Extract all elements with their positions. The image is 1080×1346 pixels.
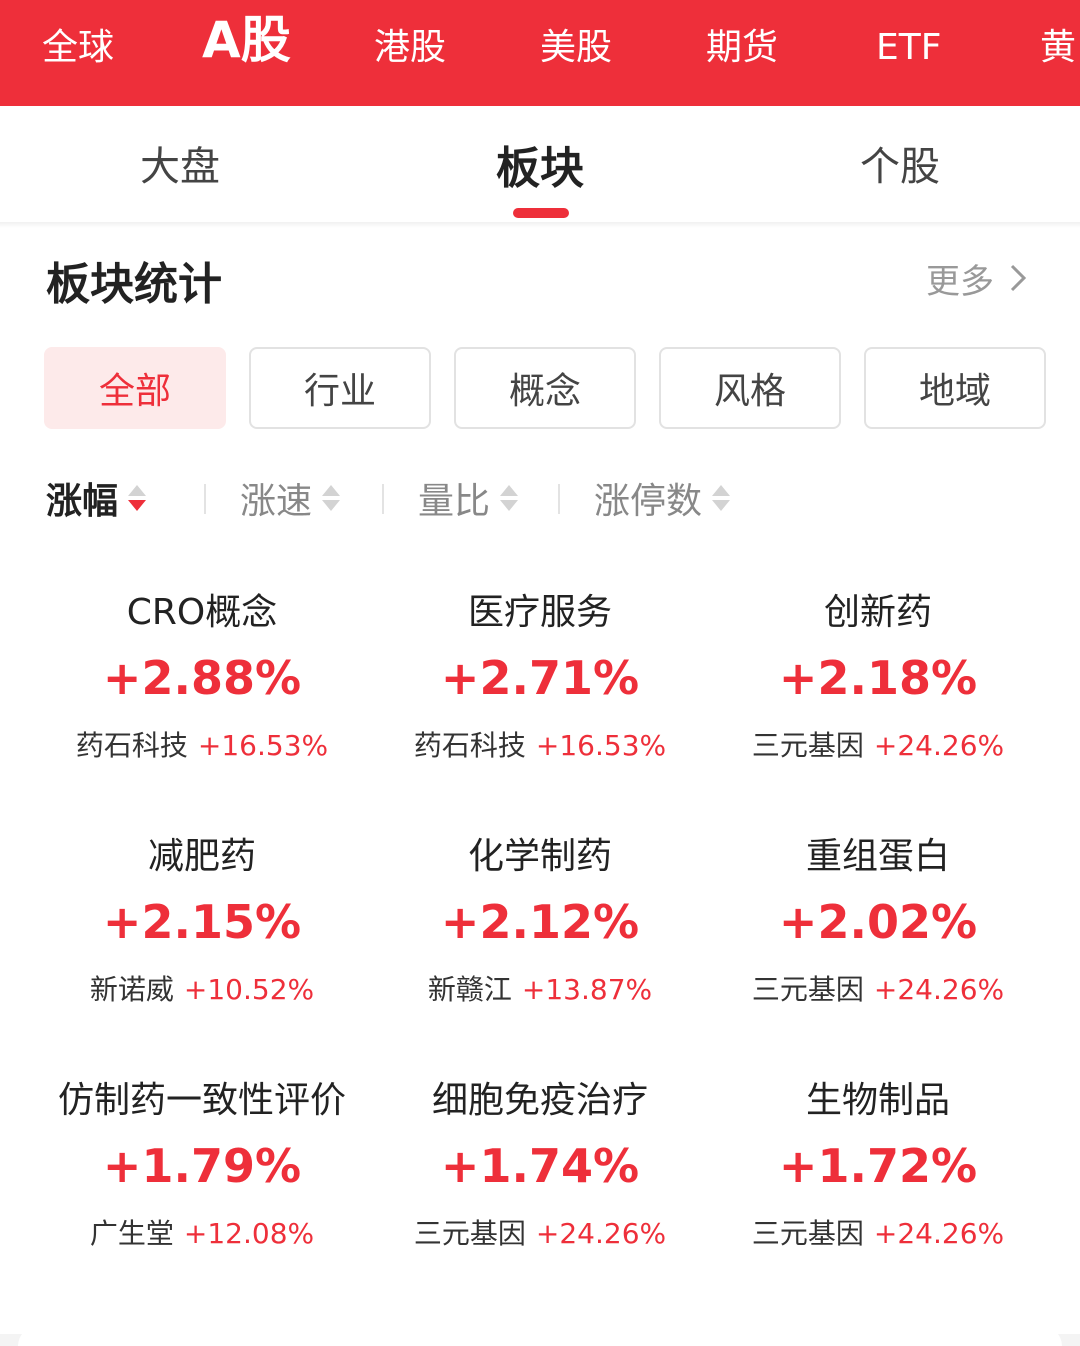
sector-leader: 药石科技 +16.53% — [371, 724, 709, 768]
leader-change: +24.26% — [873, 729, 1005, 762]
market-tab-etf[interactable]: ETF — [876, 0, 941, 106]
sector-leader: 三元基因 +24.26% — [709, 968, 1047, 1012]
sector-cell[interactable]: 医疗服务 +2.71% 药石科技 +16.53% — [371, 588, 709, 828]
leader-name: 三元基因 — [751, 729, 864, 762]
sort-arrows-icon — [322, 485, 341, 511]
sector-name: CRO概念 — [126, 592, 278, 633]
more-label: 更多 — [926, 262, 994, 302]
sort-label: 涨停数 — [594, 481, 703, 522]
market-tab-us[interactable]: 美股 — [540, 0, 612, 106]
leader-change: +24.26% — [873, 1217, 1005, 1250]
sector-cell[interactable]: 减肥药 +2.15% 新诺威 +10.52% — [33, 832, 371, 1072]
sector-cell[interactable]: 仿制药一致性评价 +1.79% 广生堂 +12.08% — [33, 1076, 371, 1316]
sector-change: +1.72% — [778, 1139, 978, 1193]
leader-change: +10.52% — [183, 973, 315, 1006]
sort-by-change[interactable]: 涨幅 — [46, 472, 147, 524]
market-tab-global[interactable]: 全球 — [42, 0, 114, 106]
sector-name: 细胞免疫治疗 — [431, 1080, 648, 1121]
section-title: 板块统计 — [46, 259, 222, 310]
filter-chip-concept[interactable]: 概念 — [454, 347, 636, 429]
sub-tab-sectors[interactable]: 板块 — [440, 132, 640, 196]
filter-chips: 全部 行业 概念 风格 地域 — [44, 347, 1054, 431]
sector-change: +1.79% — [102, 1139, 302, 1193]
sector-cell[interactable]: 创新药 +2.18% 三元基因 +24.26% — [709, 588, 1047, 828]
market-tab-futures[interactable]: 期货 — [706, 0, 778, 106]
leader-change: +12.08% — [183, 1217, 315, 1250]
filter-chip-industry[interactable]: 行业 — [249, 347, 431, 429]
sort-divider — [558, 484, 560, 514]
leader-change: +13.87% — [521, 973, 653, 1006]
sector-change: +2.18% — [778, 651, 978, 705]
leader-change: +24.26% — [535, 1217, 667, 1250]
sector-change: +2.88% — [102, 651, 302, 705]
market-tab-a-share[interactable]: A股 — [202, 0, 291, 106]
sector-change: +2.02% — [778, 895, 978, 949]
sort-by-limit-up-count[interactable]: 涨停数 — [594, 472, 731, 524]
sector-leader: 广生堂 +12.08% — [33, 1212, 371, 1256]
sector-leader: 三元基因 +24.26% — [709, 1212, 1047, 1256]
leader-name: 三元基因 — [413, 1217, 526, 1250]
sector-leader: 三元基因 +24.26% — [371, 1212, 709, 1256]
sort-arrows-icon — [712, 485, 731, 511]
sort-divider — [204, 484, 206, 514]
sort-arrows-icon — [500, 485, 519, 511]
filter-chip-style[interactable]: 风格 — [659, 347, 841, 429]
active-tab-indicator — [513, 208, 569, 218]
sort-by-volume-ratio[interactable]: 量比 — [418, 472, 519, 524]
sector-change: +1.74% — [440, 1139, 640, 1193]
sector-leader: 药石科技 +16.53% — [33, 724, 371, 768]
sector-name: 化学制药 — [467, 836, 612, 877]
sort-label: 涨速 — [240, 481, 313, 522]
more-link[interactable]: 更多 — [926, 254, 1028, 303]
sector-leader: 三元基因 +24.26% — [709, 724, 1047, 768]
sector-name: 生物制品 — [805, 1080, 950, 1121]
leader-change: +16.53% — [535, 729, 667, 762]
sector-name: 重组蛋白 — [805, 836, 950, 877]
sub-tab-market[interactable]: 大盘 — [80, 134, 280, 192]
sector-stats-card: 板块统计 更多 全部 行业 概念 风格 地域 涨幅 涨速 量比 涨停数 CRO概… — [18, 228, 1062, 1304]
filter-chip-region[interactable]: 地域 — [864, 347, 1046, 429]
sub-tab-stocks[interactable]: 个股 — [800, 134, 1000, 192]
sector-cell[interactable]: CRO概念 +2.88% 药石科技 +16.53% — [33, 588, 371, 828]
sort-by-speed[interactable]: 涨速 — [240, 472, 341, 524]
leader-name: 药石科技 — [75, 729, 188, 762]
sort-row: 涨幅 涨速 量比 涨停数 — [46, 472, 946, 524]
leader-name: 药石科技 — [413, 729, 526, 762]
market-tab-hk[interactable]: 港股 — [374, 0, 446, 106]
leader-name: 新赣江 — [427, 973, 512, 1006]
sector-name: 减肥药 — [147, 836, 256, 877]
leader-change: +24.26% — [873, 973, 1005, 1006]
sector-name: 创新药 — [823, 592, 932, 633]
sort-label: 涨幅 — [46, 481, 119, 522]
main-panel: 大盘 板块 个股 板块统计 更多 全部 行业 概念 风格 地域 涨幅 涨速 量比… — [0, 106, 1080, 1346]
leader-name: 新诺威 — [89, 973, 174, 1006]
sort-arrows-icon — [128, 485, 147, 511]
sub-tab-bar: 大盘 板块 个股 — [0, 106, 1080, 226]
sector-leader: 新赣江 +13.87% — [371, 968, 709, 1012]
sector-change: +2.15% — [102, 895, 302, 949]
sector-change: +2.71% — [440, 651, 640, 705]
sector-cell[interactable]: 生物制品 +1.72% 三元基因 +24.26% — [709, 1076, 1047, 1316]
sector-leader: 新诺威 +10.52% — [33, 968, 371, 1012]
next-card-edge — [18, 1326, 1062, 1346]
sector-cell[interactable]: 化学制药 +2.12% 新赣江 +13.87% — [371, 832, 709, 1072]
sector-name: 医疗服务 — [467, 592, 612, 633]
sector-cell[interactable]: 重组蛋白 +2.02% 三元基因 +24.26% — [709, 832, 1047, 1072]
sort-label: 量比 — [418, 481, 491, 522]
leader-change: +16.53% — [197, 729, 329, 762]
sector-change: +2.12% — [440, 895, 640, 949]
chevron-right-icon — [1008, 262, 1028, 302]
sort-divider — [382, 484, 384, 514]
filter-chip-all[interactable]: 全部 — [44, 347, 226, 429]
sector-cell[interactable]: 细胞免疫治疗 +1.74% 三元基因 +24.26% — [371, 1076, 709, 1316]
leader-name: 广生堂 — [89, 1217, 174, 1250]
market-tab-gold[interactable]: 黄 — [1040, 0, 1076, 106]
sector-name: 仿制药一致性评价 — [57, 1080, 346, 1121]
leader-name: 三元基因 — [751, 1217, 864, 1250]
market-tab-bar: 全球 A股 港股 美股 期货 ETF 黄 — [0, 0, 1080, 106]
leader-name: 三元基因 — [751, 973, 864, 1006]
